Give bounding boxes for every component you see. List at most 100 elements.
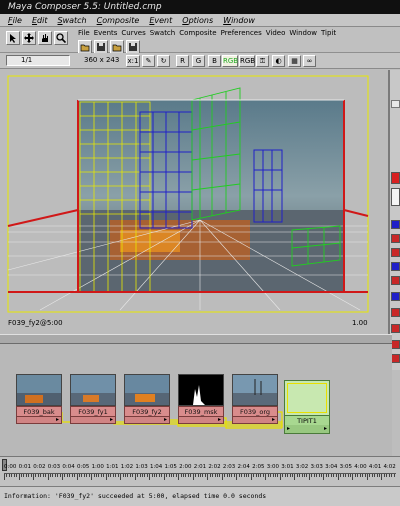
timeline-tick-mark [325, 474, 327, 477]
output-port-icon[interactable]: ▸ [324, 425, 327, 432]
timeline-tick-mark [313, 474, 315, 477]
move-icon[interactable] [22, 31, 36, 45]
palette-tool-blue-icon[interactable] [391, 220, 400, 229]
timeline-tick-mark [224, 474, 226, 477]
tick-label: 0:04 [62, 464, 75, 470]
refresh-icon[interactable]: ↻ [157, 55, 170, 67]
menu-event[interactable]: Event [149, 14, 172, 26]
timeline-tick-mark [59, 474, 61, 477]
viewer-menu-events[interactable]: Events [94, 28, 118, 38]
node-graph[interactable]: F039_bak ▸ F039_fy1 ▸ F039_fy2 ▸ F039_ms… [0, 344, 392, 456]
glasses-icon[interactable]: ∞ [303, 55, 316, 67]
palette-tool-blue-icon[interactable] [391, 262, 400, 271]
palette-tool-red-icon[interactable] [391, 248, 400, 257]
timeline-tick-mark [192, 474, 194, 480]
mask-icon[interactable]: ◐ [272, 55, 285, 67]
channel-rgb-button[interactable]: RGB [222, 55, 238, 67]
timeline-tick-mark [335, 474, 337, 477]
timeline-tick-mark [202, 474, 204, 477]
viewer-menu-composite[interactable]: Composite [179, 28, 216, 38]
save-icon[interactable] [94, 40, 108, 54]
timeline-tick-mark [37, 474, 39, 477]
node-f039-fy1[interactable]: F039_fy1 ▸ [70, 374, 116, 424]
timeline-tick-mark [115, 474, 117, 477]
input-port-icon[interactable]: ▸ [287, 425, 290, 432]
viewer-menu-video[interactable]: Video [266, 28, 286, 38]
node-f039-fy2[interactable]: F039_fy2 ▸ [124, 374, 170, 424]
channel-b-button[interactable]: B [208, 55, 221, 67]
node-thumbnail [124, 374, 170, 406]
output-port-icon[interactable]: ▸ [218, 417, 221, 423]
node-f039-msk[interactable]: F039_msk ▸ [178, 374, 224, 424]
menu-window[interactable]: Window [223, 14, 255, 26]
palette-tool-red-icon[interactable] [391, 234, 400, 243]
menu-options[interactable]: Options [182, 14, 213, 26]
tool-palette [390, 70, 400, 370]
timeline-tick-mark [354, 474, 356, 477]
palette-swatch-white[interactable] [391, 100, 400, 108]
pointer-icon[interactable] [6, 31, 20, 45]
viewer-menu-window[interactable]: Window [289, 28, 317, 38]
node-tipit1[interactable]: TIPIT1 ▸ ▸ [284, 380, 330, 434]
viewer-menu-swatch[interactable]: Swatch [150, 28, 176, 38]
node-f039-org[interactable]: F039_org ▸ [232, 374, 278, 424]
folder-open-icon[interactable] [78, 40, 92, 54]
output-port-icon[interactable]: ▸ [272, 417, 275, 423]
timeline-tick-mark [180, 474, 182, 477]
palette-swatch-red[interactable] [391, 172, 400, 184]
timeline-tick-mark [127, 474, 129, 477]
timeline-tick-mark [45, 474, 47, 477]
checker-icon[interactable]: ▦ [288, 55, 301, 67]
paint-icon[interactable]: ✎ [142, 55, 155, 67]
image-viewer[interactable]: F039_fy2@5:00 1.00 [0, 70, 390, 334]
menu-edit[interactable]: Edit [32, 14, 48, 26]
menu-file[interactable]: File [8, 14, 22, 26]
node-port-bar: ▸ [124, 417, 170, 424]
channel-g-button[interactable]: G [192, 55, 205, 67]
palette-tool-red-icon[interactable] [391, 324, 400, 333]
timeline[interactable]: 0:00 0:01 0:02 0:03 0:04 0:05 1:00 1:01 … [0, 456, 400, 486]
palette-swatch-light[interactable] [391, 188, 400, 206]
timeline-tick-mark [151, 474, 153, 477]
palette-tool-red-icon[interactable] [391, 354, 400, 363]
channel-rgba-button[interactable]: RGB [239, 55, 255, 67]
timeline-track[interactable] [4, 473, 396, 481]
output-port-icon[interactable]: ▸ [164, 417, 167, 423]
tick-label: 4:02 [383, 464, 396, 470]
menu-swatch[interactable]: Swatch [57, 14, 86, 26]
timeline-tick-mark [47, 474, 49, 480]
viewer-menu-file[interactable]: File [78, 28, 90, 38]
folder-icon[interactable] [110, 40, 124, 54]
hand-icon[interactable] [38, 31, 52, 45]
magnify-icon[interactable] [54, 31, 68, 45]
pane-splitter[interactable] [0, 334, 392, 344]
tick-label: 3:00 [266, 464, 280, 470]
timeline-tick-mark [391, 474, 393, 477]
key-icon[interactable]: ⚿ [256, 55, 269, 67]
output-port-icon[interactable]: ▸ [110, 417, 113, 423]
tick-label: 4:01 [368, 464, 382, 470]
main-menu-bar: File Edit Swatch Composite Event Options… [0, 14, 400, 27]
tick-label: 3:04 [325, 464, 338, 470]
channel-r-button[interactable]: R [176, 55, 189, 67]
tick-label: 2:03 [222, 464, 236, 470]
menu-composite[interactable]: Composite [97, 14, 140, 26]
window-title: Maya Composer 5.5: Untitled.cmp [0, 0, 400, 14]
node-f039-bak[interactable]: F039_bak ▸ [16, 374, 62, 424]
palette-tool-red-icon[interactable] [391, 276, 400, 285]
timeline-tick-mark [146, 474, 148, 477]
palette-tool-red-icon[interactable] [391, 308, 400, 317]
timeline-tick-mark [42, 474, 44, 477]
viewer-menu-preferences[interactable]: Preferences [221, 28, 262, 38]
timeline-tick-mark [23, 474, 25, 477]
viewer-menu-tipit[interactable]: Tipit [321, 28, 336, 38]
viewer-menu-curves[interactable]: Curves [121, 28, 145, 38]
zoom-button[interactable]: x:1 [126, 55, 140, 67]
output-port-icon[interactable]: ▸ [56, 417, 59, 423]
palette-tool-red-icon[interactable] [391, 340, 400, 349]
save-as-icon[interactable] [126, 40, 140, 54]
palette-tool-blue-icon[interactable] [391, 292, 400, 301]
frame-field[interactable]: 1/1 [6, 55, 70, 66]
timeline-tick-mark [260, 474, 262, 477]
timeline-tick-mark [243, 474, 245, 477]
